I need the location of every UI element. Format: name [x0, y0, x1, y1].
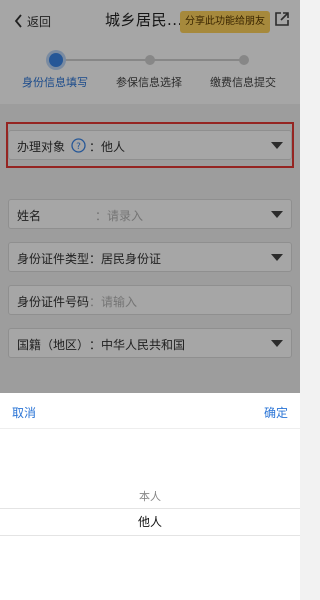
picker-toolbar: 取消 确定: [0, 393, 300, 429]
selection-divider: [0, 508, 300, 509]
option-picker: 取消 确定 本人 他人: [0, 393, 300, 600]
picker-option-other[interactable]: 他人: [0, 513, 300, 530]
confirm-button[interactable]: 确定: [264, 404, 288, 421]
modal-overlay[interactable]: [0, 0, 300, 393]
selection-divider: [0, 535, 300, 536]
picker-option-self[interactable]: 本人: [0, 488, 300, 504]
cancel-button[interactable]: 取消: [12, 404, 36, 421]
